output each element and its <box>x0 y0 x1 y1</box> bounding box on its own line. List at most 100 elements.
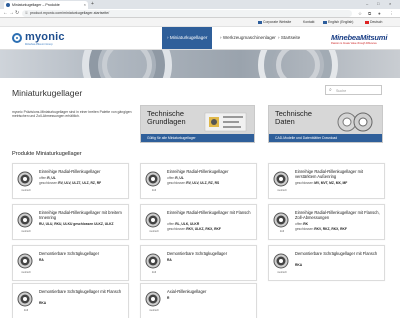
myonic-logo[interactable]: myonic Minebea Mitsumi Group <box>12 31 68 46</box>
bearing-thumbnail-icon <box>17 171 33 187</box>
hero-banner <box>0 50 400 78</box>
product-card[interactable]: metrisch Axial-Rillenkugellager R <box>140 283 257 318</box>
card-meta-open: offen R, UL <box>39 176 56 180</box>
profile-icon[interactable]: ● <box>378 9 381 18</box>
product-card[interactable]: Zoll Demontierbare Schrägkugellager mit F… <box>12 283 129 318</box>
site-topbar: Corporate Website Kontakt English (Engli… <box>0 18 400 27</box>
card-caption: metrisch <box>21 271 31 274</box>
card-caption: Zoll <box>151 189 157 192</box>
language-german-link[interactable]: Deutsch <box>365 18 382 27</box>
card-caption: metrisch <box>21 189 31 192</box>
card-meta-open: RKA <box>39 301 47 305</box>
card-caption: Zoll <box>23 309 29 312</box>
card-title: Einreihige Radial-Rillenkugellager <box>167 169 229 174</box>
card-meta-open: RKA <box>295 263 303 267</box>
product-card[interactable]: Zoll Einreihige Radial-Rillenkugellager of… <box>140 163 257 199</box>
product-card[interactable]: metrisch Einreihige Radial-Rillenkugellag… <box>12 163 129 199</box>
bearing-thumbnail-icon <box>145 253 161 269</box>
back-icon[interactable]: ← <box>3 9 8 18</box>
page-title: Miniaturkugellager <box>12 88 83 98</box>
card-meta-open: RA <box>167 258 172 262</box>
language-english-link[interactable]: English (English) <box>323 18 353 27</box>
card-title: Axial-Rillenkugellager <box>167 289 207 294</box>
minimize-icon[interactable]: – <box>366 0 368 8</box>
card-title: Einreihige Radial-Rillenkugellager mit v… <box>295 169 364 179</box>
card-caption: metrisch <box>277 271 287 274</box>
card-meta-open: RA <box>39 258 44 262</box>
new-tab-button[interactable]: + <box>91 1 94 7</box>
card-title: Einreihige Radial-Rillenkugellager mit F… <box>167 210 251 215</box>
flag-uk-icon <box>323 20 327 24</box>
lock-icon: ⚿ <box>25 11 28 15</box>
myonic-logo-icon <box>12 33 22 43</box>
card-meta-closed: geschlossen RKV, ULKZ, RKX, RKF <box>167 227 221 231</box>
extensions-icon[interactable]: ⧉ <box>368 9 371 18</box>
bearing-thumbnail-icon <box>17 291 33 307</box>
card-title: Einreihige Radial-Rillenkugellager mit b… <box>39 210 122 220</box>
close-tab-icon[interactable]: × <box>84 1 86 9</box>
bearing-thumbnail-icon <box>17 253 33 269</box>
card-caption: metrisch <box>277 189 287 192</box>
card-meta-open: R <box>167 296 170 300</box>
address-bar-row: ← → ↻ ⚿ product.myonic.com/miniaturkugel… <box>0 9 400 18</box>
bearing-3d-icon <box>337 112 373 132</box>
card-meta-closed: geschlossen RV, ULV, ULZ, RZ, RS <box>167 181 220 185</box>
bearing-thumbnail-icon <box>145 212 161 228</box>
product-card[interactable]: Zoll Einreihige Radial-Rillenkugellager m… <box>268 204 385 240</box>
nav-werkzeugmaschinenlager[interactable]: › Werkzeugmaschinenlager <box>215 27 281 49</box>
card-title: Demontierbare Schrägkugellager mit Flans… <box>295 251 378 256</box>
star-icon[interactable]: ☆ <box>358 9 362 18</box>
bearing-thumbnail-icon <box>145 171 161 187</box>
tab-title: Miniaturkugellager – Produkte <box>12 3 60 7</box>
minebeamitsumi-logo[interactable]: MinebeaMitsumi Passion to Create Value t… <box>331 33 391 45</box>
product-card[interactable]: metrisch Demontierbare Schrägkugellager m… <box>268 245 385 281</box>
product-card[interactable]: metrisch Einreihige Radial-Rillenkugellag… <box>268 163 385 199</box>
menu-icon[interactable]: ⋮ <box>389 9 394 18</box>
promo-link: CAD-Modelle und Datenblätter Download <box>269 134 382 142</box>
card-title: Demontierbare Schrägkugellager <box>39 251 100 256</box>
reload-icon[interactable]: ↻ <box>15 9 19 18</box>
url-text: product.myonic.com/miniaturkugellager-st… <box>30 11 110 15</box>
card-meta-open: offen RL, ULK, ULKR <box>167 222 200 226</box>
forward-icon[interactable]: → <box>9 9 14 18</box>
section-title: Produkte Miniaturkugellager <box>12 151 82 157</box>
card-title: Einreihige Radial-Rillenkugellager <box>39 169 101 174</box>
site-header: myonic Minebea Mitsumi Group › Miniaturk… <box>0 27 400 50</box>
product-card[interactable]: metrisch Einreihige Radial-Rillenkugellag… <box>140 204 257 240</box>
promo-technische-daten[interactable]: Technische Daten CAD-Modelle und Datenblä… <box>268 105 383 143</box>
card-title: Einreihige Radial-Rillenkugellager mit F… <box>295 210 380 220</box>
product-card[interactable]: metrisch Einreihige Radial-Rillenkugellag… <box>12 204 129 240</box>
card-caption: Zoll <box>151 271 157 274</box>
url-field[interactable]: ⚿ product.myonic.com/miniaturkugellager-… <box>22 10 352 17</box>
intro-text: myonic Präzisions-Miniaturkugellager sin… <box>12 110 132 119</box>
product-card[interactable]: metrisch Demontierbare Schrägkugellager R… <box>12 245 129 281</box>
card-caption: metrisch <box>21 230 31 233</box>
card-title: Demontierbare Schrägkugellager mit Flans… <box>39 289 122 294</box>
product-card[interactable]: Zoll Demontierbare Schrägkugellager RA <box>140 245 257 281</box>
corporate-website-link[interactable]: Corporate Website <box>258 18 291 27</box>
card-meta-closed: geschlossen RKV, RKZ, RKX, RKF <box>295 227 347 231</box>
browser-tab[interactable]: Miniaturkugellager – Produkte × <box>4 1 88 9</box>
bearing-thumbnail-icon <box>273 212 289 228</box>
contact-link[interactable]: Kontakt <box>303 18 315 27</box>
card-caption: metrisch <box>149 230 159 233</box>
search-icon[interactable]: ⌕ <box>329 87 332 93</box>
maximize-icon[interactable]: □ <box>377 0 379 8</box>
card-meta-open: offen RK <box>295 222 308 226</box>
promo-link: Gültig für alle Miniaturkugellager <box>141 134 254 142</box>
flag-de-icon <box>365 20 369 24</box>
card-meta-closed: RU, ULU, RKU, ULKU geschlossen ULKZ, ULK… <box>39 222 114 226</box>
card-meta-closed: geschlossen MV, MVT, MZ, MX, MF <box>295 181 348 185</box>
bearing-thumbnail-icon <box>273 253 289 269</box>
promo-technische-grundlagen[interactable]: Technische Grundlagen Gültig für alle Min… <box>140 105 255 143</box>
card-caption: metrisch <box>149 309 159 312</box>
bearing-thumbnail-icon <box>145 291 161 307</box>
bearing-diagram-icon <box>204 112 247 132</box>
favicon-icon <box>6 3 10 7</box>
card-meta-open: offen R, UL <box>167 176 184 180</box>
nav-startseite[interactable]: › Startseite <box>273 27 305 49</box>
search-input[interactable] <box>336 87 380 94</box>
nav-miniaturkugellager[interactable]: › Miniaturkugellager <box>162 27 213 49</box>
close-window-icon[interactable]: × <box>389 0 391 8</box>
bearing-thumbnail-icon <box>17 212 33 228</box>
